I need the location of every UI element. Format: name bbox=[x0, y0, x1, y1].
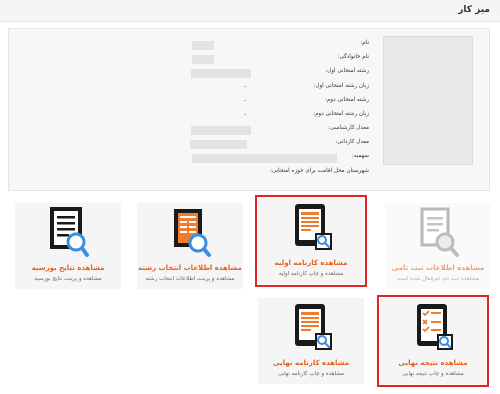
profile-row-field-2-language: زبان رشته امتحانی دوم: - bbox=[69, 111, 369, 124]
associate-gpa-label: معدل کاردانی: bbox=[335, 139, 369, 145]
page-header: میز کار bbox=[0, 0, 500, 22]
quota-label: سهمیه: bbox=[351, 153, 369, 159]
last-name-value bbox=[192, 55, 214, 64]
tile-subtitle: مشاهده و چاپ کارنامه اولیه bbox=[278, 271, 344, 277]
tile-title: مشاهده نتیجه نهایی bbox=[398, 359, 468, 367]
profile-row-exam-city: شهرستان محل اقامت برای حوزه امتحانی: bbox=[69, 168, 369, 181]
tile-title: مشاهده کارنامه نهایی bbox=[272, 359, 350, 367]
tile-final-result[interactable]: مشاهده نتیجه نهایی مشاهده و چاپ نتیجه نه… bbox=[377, 295, 489, 387]
page-title: میز کار bbox=[458, 5, 490, 15]
profile-row-field-1-language: زبان رشته امتحانی اول: - bbox=[69, 83, 369, 96]
tile-final-report-card[interactable]: مشاهده کارنامه نهایی مشاهده و چاپ کارنام… bbox=[258, 298, 364, 384]
field-2-value: - bbox=[243, 97, 246, 104]
tile-title: مشاهده کارنامه اولیه bbox=[274, 259, 348, 267]
dashboard-page: میز کار نام: نام خانوادگی: رشته امتحانی … bbox=[0, 0, 500, 394]
first-name-value bbox=[192, 41, 214, 50]
checklist-search-icon bbox=[411, 302, 455, 354]
tile-title: مشاهده اطلاعات انتخاب رشته bbox=[138, 264, 242, 272]
first-name-label: نام: bbox=[360, 40, 369, 46]
profile-row-field-2: رشته امتحانی دوم: - bbox=[69, 97, 369, 110]
table-search-icon bbox=[168, 207, 212, 259]
field-1-language-label: زبان رشته امتحانی اول: bbox=[313, 83, 369, 89]
profile-row-field-1: رشته امتحانی اول: bbox=[69, 68, 369, 81]
tablet-report-search-icon bbox=[289, 302, 333, 354]
profile-row-associate-gpa: معدل کاردانی: bbox=[69, 139, 369, 152]
field-2-label: رشته امتحانی دوم: bbox=[325, 97, 369, 103]
tablet-report-search-icon bbox=[289, 202, 333, 254]
bachelor-gpa-label: معدل کارشناسی: bbox=[328, 125, 369, 131]
tile-subtitle: مشاهده و پرینت نتایج بورسیه bbox=[34, 276, 102, 282]
profile-panel: نام: نام خانوادگی: رشته امتحانی اول: زبا… bbox=[8, 28, 490, 191]
last-name-label: نام خانوادگی: bbox=[337, 54, 369, 60]
tile-initial-report-card[interactable]: مشاهده کارنامه اولیه مشاهده و چاپ کارنام… bbox=[255, 195, 367, 287]
tile-title: مشاهده نتایج بورسیه bbox=[31, 264, 105, 272]
profile-photo bbox=[383, 36, 473, 165]
profile-row-bachelor-gpa: معدل کارشناسی: bbox=[69, 125, 369, 138]
exam-city-label: شهرستان محل اقامت برای حوزه امتحانی: bbox=[270, 168, 369, 174]
quota-value bbox=[192, 154, 337, 163]
field-1-language-value: - bbox=[243, 83, 246, 90]
field-2-language-value: - bbox=[243, 111, 246, 118]
associate-gpa-value bbox=[190, 140, 247, 149]
tile-major-selection-info[interactable]: مشاهده اطلاعات انتخاب رشته مشاهده و پرین… bbox=[137, 203, 243, 289]
profile-row-last-name: نام خانوادگی: bbox=[69, 54, 369, 67]
document-search-icon bbox=[416, 207, 460, 259]
tile-registration-info: مشاهده اطلاعات ثبت نامی مشاهده ثبت نام غ… bbox=[385, 203, 491, 289]
tile-subtitle: مشاهده ثبت نام غیرفعال شده است bbox=[396, 276, 480, 282]
profile-row-first-name: نام: bbox=[69, 40, 369, 53]
tile-scholarship-results[interactable]: مشاهده نتایج بورسیه مشاهده و پرینت نتایج… bbox=[15, 203, 121, 289]
tile-subtitle: مشاهده و چاپ نتیجه نهایی bbox=[402, 371, 464, 377]
tile-subtitle: مشاهده و چاپ کارنامه نهایی bbox=[277, 371, 344, 377]
tile-title: مشاهده اطلاعات ثبت نامی bbox=[391, 264, 485, 272]
tile-subtitle: مشاهده و پرینت اطلاعات انتخاب رشته bbox=[145, 276, 235, 282]
document-search-icon bbox=[46, 207, 90, 259]
field-1-value bbox=[191, 69, 251, 78]
field-2-language-label: زبان رشته امتحانی دوم: bbox=[313, 111, 369, 117]
profile-row-quota: سهمیه: bbox=[69, 153, 369, 166]
field-1-label: رشته امتحانی اول: bbox=[325, 68, 369, 74]
bachelor-gpa-value bbox=[191, 126, 251, 135]
